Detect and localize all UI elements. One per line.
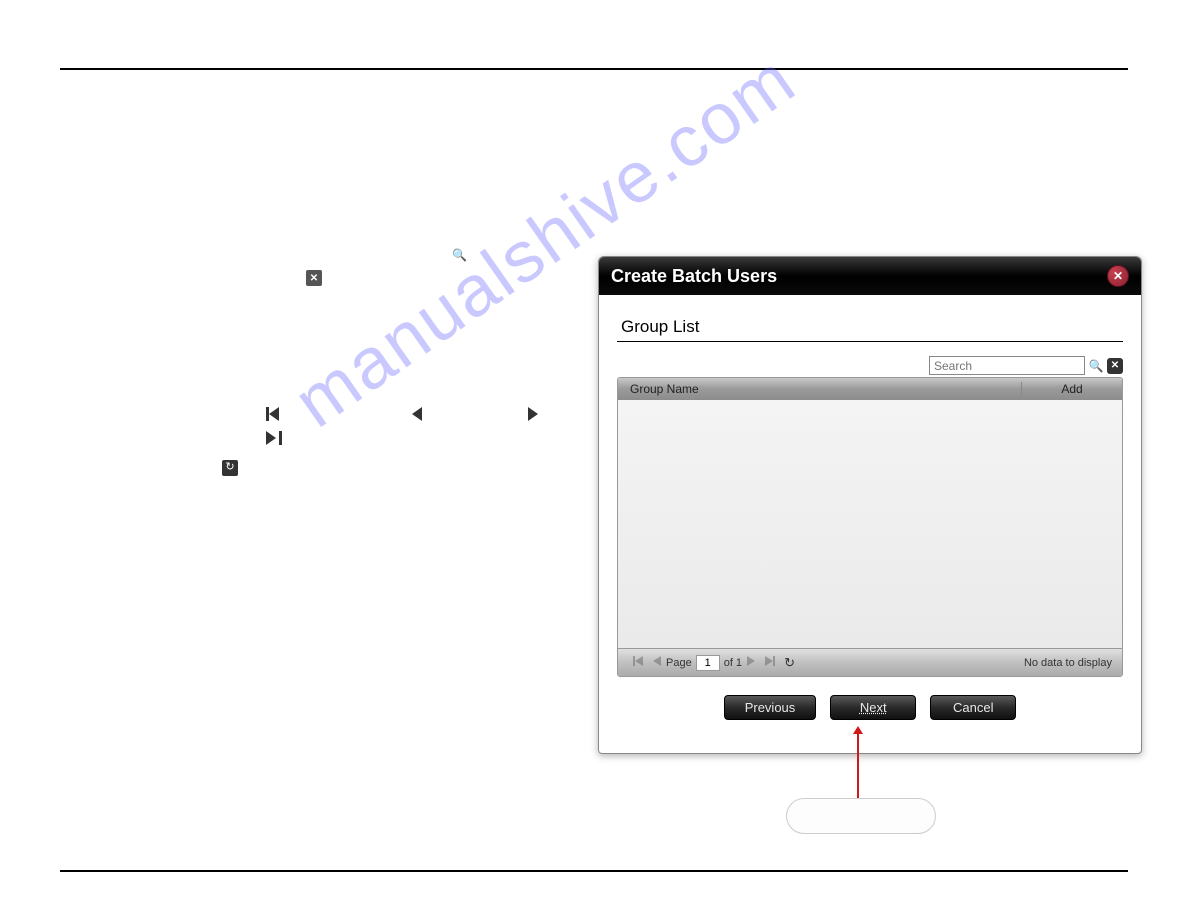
callout-arrow	[857, 732, 859, 798]
page-input[interactable]	[696, 655, 720, 671]
close-icon	[306, 270, 322, 286]
refresh-icon[interactable]: ↻	[780, 655, 799, 671]
search-row: 🔍	[617, 356, 1123, 375]
divider-top	[60, 68, 1128, 70]
search-input[interactable]	[929, 356, 1085, 375]
section-title: Group List	[617, 317, 1123, 337]
grid-header: Group Name Add	[618, 378, 1122, 400]
search-icon[interactable]: 🔍	[1087, 357, 1105, 375]
grid-body	[618, 400, 1122, 648]
next-button[interactable]: Next	[830, 695, 916, 720]
dialog-titlebar: Create Batch Users	[599, 257, 1141, 295]
close-icon[interactable]	[1107, 265, 1129, 287]
empty-text: No data to display	[1024, 657, 1112, 669]
dialog-title: Create Batch Users	[611, 266, 777, 287]
search-icon	[452, 246, 468, 262]
divider-bottom	[60, 870, 1128, 872]
cancel-button[interactable]: Cancel	[930, 695, 1016, 720]
group-grid: Group Name Add Page of 1	[617, 377, 1123, 677]
clear-search-icon[interactable]	[1107, 358, 1123, 374]
next-page-icon	[524, 406, 540, 422]
prev-page-icon[interactable]	[648, 655, 666, 670]
create-batch-users-dialog: Create Batch Users Group List 🔍 Group Na…	[598, 256, 1142, 754]
last-page-icon[interactable]	[760, 655, 780, 670]
first-page-icon	[266, 406, 282, 422]
column-group-name[interactable]: Group Name	[618, 382, 1022, 396]
column-add[interactable]: Add	[1022, 382, 1122, 396]
first-page-icon[interactable]	[628, 655, 648, 670]
refresh-icon	[222, 460, 238, 476]
callout-bubble	[786, 798, 936, 834]
prev-page-icon	[410, 406, 426, 422]
next-page-icon[interactable]	[742, 655, 760, 670]
grid-pager: Page of 1 ↻ No data to display	[618, 648, 1122, 676]
dialog-body: Group List 🔍 Group Name Add Page	[599, 295, 1141, 732]
page-of-label: of 1	[724, 657, 742, 669]
previous-button[interactable]: Previous	[724, 695, 817, 720]
last-page-icon	[266, 430, 282, 446]
page-label: Page	[666, 657, 692, 669]
section-rule	[617, 341, 1123, 342]
dialog-footer: Previous Next Cancel	[617, 695, 1123, 720]
